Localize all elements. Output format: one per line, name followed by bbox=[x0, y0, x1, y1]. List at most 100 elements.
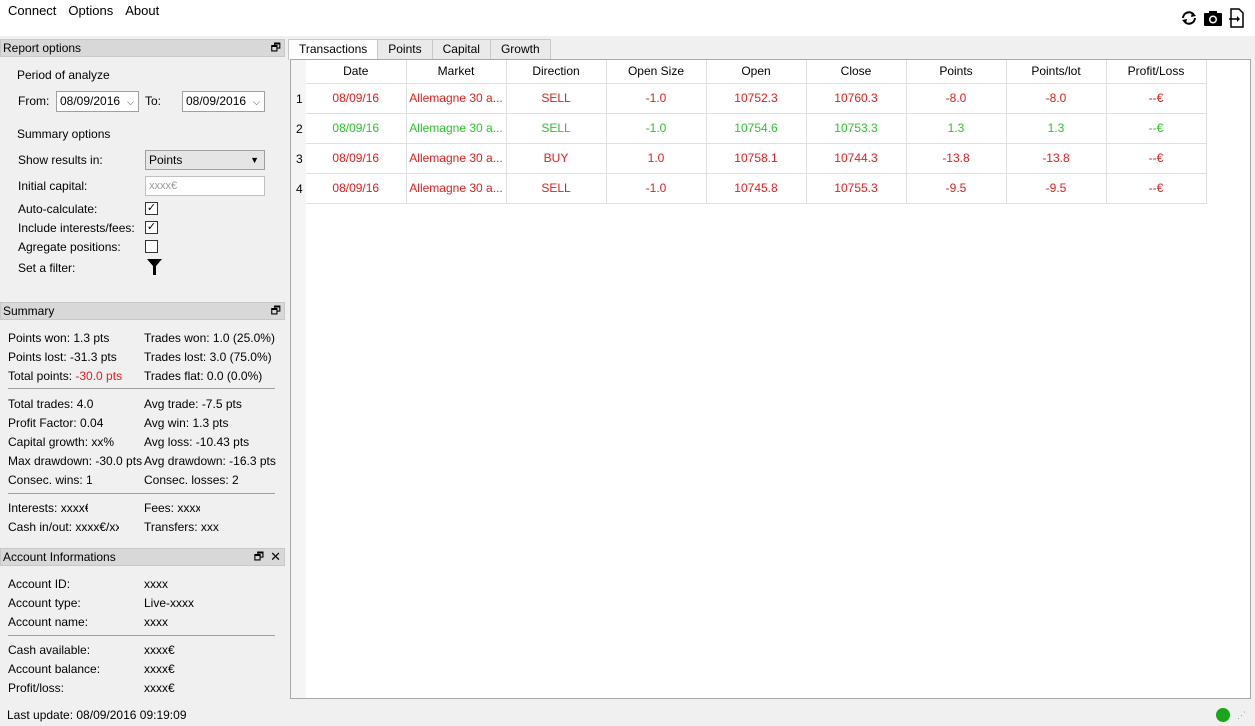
menu-connect[interactable]: Connect bbox=[2, 1, 62, 21]
table-body: 08/09/16 Allemagne 30 a... SELL -1.0 10752.3… bbox=[306, 83, 1207, 204]
filter-icon[interactable] bbox=[147, 259, 162, 279]
initial-capital-input[interactable]: xxxx€ bbox=[145, 176, 265, 196]
column-header-points-lot[interactable]: Points/lot bbox=[1006, 60, 1107, 84]
row-number[interactable]: 3 bbox=[296, 152, 303, 166]
initial-capital-label: Initial capital: bbox=[18, 179, 88, 193]
column-header-points[interactable]: Points bbox=[906, 60, 1007, 84]
table-cell[interactable]: Allemagne 30 a... bbox=[406, 143, 507, 174]
last-update: Last update: 08/09/2016 09:19:09 bbox=[7, 708, 187, 722]
include-fees-checkbox[interactable]: ✓ bbox=[145, 221, 158, 234]
table-cell[interactable]: Allemagne 30 a... bbox=[406, 173, 507, 204]
column-header-date[interactable]: Date bbox=[306, 60, 407, 84]
undock-icon[interactable]: 🗗 bbox=[271, 304, 281, 318]
max-drawdown: Max drawdown: -30.0 pts bbox=[8, 454, 143, 468]
dropdown-arrow-icon: ▼ bbox=[250, 155, 259, 165]
menu-options[interactable]: Options bbox=[62, 1, 119, 21]
tab-transactions[interactable]: Transactions bbox=[288, 39, 379, 60]
column-header-market[interactable]: Market bbox=[406, 60, 507, 84]
table-row[interactable]: 08/09/16 Allemagne 30 a... SELL -1.0 10745.8… bbox=[306, 173, 1207, 204]
initial-capital-placeholder: xxxx€ bbox=[149, 180, 178, 192]
undock-icon[interactable]: 🗗 bbox=[271, 41, 281, 55]
table-row[interactable]: 08/09/16 Allemagne 30 a... SELL -1.0 10754.6… bbox=[306, 113, 1207, 144]
period-label: Period of analyze bbox=[17, 68, 110, 82]
resize-grip-icon[interactable]: ⋰ bbox=[1237, 710, 1246, 721]
table-cell[interactable]: 08/09/16 bbox=[306, 113, 407, 144]
column-header-direction[interactable]: Direction bbox=[506, 60, 607, 84]
transfers: Transfers: xxxx bbox=[144, 520, 219, 534]
table-cell[interactable]: -1.0 bbox=[606, 83, 707, 114]
row-number[interactable]: 1 bbox=[296, 92, 303, 106]
account-id-label: Account ID: bbox=[8, 577, 71, 591]
table-cell[interactable]: 08/09/16 bbox=[306, 173, 407, 204]
table-cell[interactable]: 10753.3 bbox=[806, 113, 907, 144]
tab-bar: Transactions Points Capital Growth bbox=[288, 39, 551, 60]
row-number-column: 1 2 3 4 bbox=[291, 60, 306, 698]
column-header-open-size[interactable]: Open Size bbox=[606, 60, 707, 84]
table-cell[interactable]: -9.5 bbox=[906, 173, 1007, 204]
undock-icon[interactable]: 🗗 bbox=[254, 550, 264, 564]
column-header-close[interactable]: Close bbox=[806, 60, 907, 84]
refresh-icon[interactable] bbox=[1179, 7, 1199, 29]
avg-trade: Avg trade: -7.5 pts bbox=[144, 397, 242, 411]
table-cell[interactable]: 08/09/16 bbox=[306, 83, 407, 114]
table-cell[interactable]: 1.0 bbox=[606, 143, 707, 174]
consec-losses: Consec. losses: 2 bbox=[144, 473, 239, 487]
from-date-input[interactable]: 08/09/2016 ⌵ bbox=[56, 91, 139, 112]
auto-calc-label: Auto-calculate: bbox=[18, 202, 98, 216]
table-cell[interactable]: 10760.3 bbox=[806, 83, 907, 114]
table-cell[interactable]: 08/09/16 bbox=[306, 143, 407, 174]
table-cell[interactable]: 10754.6 bbox=[706, 113, 807, 144]
row-number[interactable]: 4 bbox=[296, 182, 303, 196]
table-cell[interactable]: -8.0 bbox=[906, 83, 1007, 114]
menu-bar: Connect Options About bbox=[0, 0, 1255, 22]
table-cell[interactable]: SELL bbox=[506, 83, 607, 114]
table-cell[interactable]: -13.8 bbox=[1006, 143, 1107, 174]
table-cell[interactable]: BUY bbox=[506, 143, 607, 174]
auto-calc-checkbox[interactable]: ✓ bbox=[145, 202, 158, 215]
table-row[interactable]: 08/09/16 Allemagne 30 a... SELL -1.0 10752.3… bbox=[306, 83, 1207, 114]
transactions-table-frame: 1 2 3 4 Date Market Direction Open Size … bbox=[290, 59, 1251, 699]
to-date-input[interactable]: 08/09/2016 ⌵ bbox=[182, 91, 265, 112]
table-cell[interactable]: 1.3 bbox=[1006, 113, 1107, 144]
to-label: To: bbox=[145, 94, 162, 108]
table-cell[interactable]: SELL bbox=[506, 173, 607, 204]
table-cell[interactable]: 10744.3 bbox=[806, 143, 907, 174]
table-cell[interactable]: 10752.3 bbox=[706, 83, 807, 114]
table-cell[interactable]: -8.0 bbox=[1006, 83, 1107, 114]
total-points-label: Total points: bbox=[8, 369, 76, 383]
table-cell[interactable]: 10745.8 bbox=[706, 173, 807, 204]
avg-drawdown: Avg drawdown: -16.3 pts bbox=[144, 454, 276, 468]
table-cell[interactable]: -1.0 bbox=[606, 113, 707, 144]
account-id-value: xxxx bbox=[144, 577, 168, 591]
table-cell[interactable]: -1.0 bbox=[606, 173, 707, 204]
account-balance-value: xxxx€ bbox=[144, 662, 175, 676]
summary-header: Summary 🗗 bbox=[0, 302, 285, 320]
column-header-open[interactable]: Open bbox=[706, 60, 807, 84]
table-cell[interactable]: Allemagne 30 a... bbox=[406, 83, 507, 114]
table-cell[interactable]: --€ bbox=[1106, 173, 1207, 204]
camera-icon[interactable] bbox=[1203, 7, 1223, 29]
close-icon[interactable]: ✕ bbox=[270, 550, 281, 564]
table-row[interactable]: 08/09/16 Allemagne 30 a... BUY 1.0 10758.1 10… bbox=[306, 143, 1207, 174]
tab-growth[interactable]: Growth bbox=[489, 39, 551, 59]
from-label: From: bbox=[18, 94, 50, 108]
account-balance-label: Account balance: bbox=[8, 662, 101, 676]
table-cell[interactable]: Allemagne 30 a... bbox=[406, 113, 507, 144]
table-cell[interactable]: 10758.1 bbox=[706, 143, 807, 174]
tab-points[interactable]: Points bbox=[377, 39, 433, 59]
table-cell[interactable]: --€ bbox=[1106, 113, 1207, 144]
table-cell[interactable]: SELL bbox=[506, 113, 607, 144]
table-cell[interactable]: 10755.3 bbox=[806, 173, 907, 204]
table-cell[interactable]: -9.5 bbox=[1006, 173, 1107, 204]
tab-capital[interactable]: Capital bbox=[431, 39, 491, 59]
table-cell[interactable]: --€ bbox=[1106, 143, 1207, 174]
table-cell[interactable]: --€ bbox=[1106, 83, 1207, 114]
export-icon[interactable] bbox=[1227, 7, 1247, 29]
menu-about[interactable]: About bbox=[119, 1, 165, 21]
show-results-select[interactable]: Points ▼ bbox=[145, 150, 265, 170]
table-cell[interactable]: 1.3 bbox=[906, 113, 1007, 144]
column-header-profit-loss[interactable]: Profit/Loss bbox=[1106, 60, 1207, 84]
aggregate-checkbox[interactable] bbox=[145, 240, 158, 253]
row-number[interactable]: 2 bbox=[296, 122, 303, 136]
table-cell[interactable]: -13.8 bbox=[906, 143, 1007, 174]
